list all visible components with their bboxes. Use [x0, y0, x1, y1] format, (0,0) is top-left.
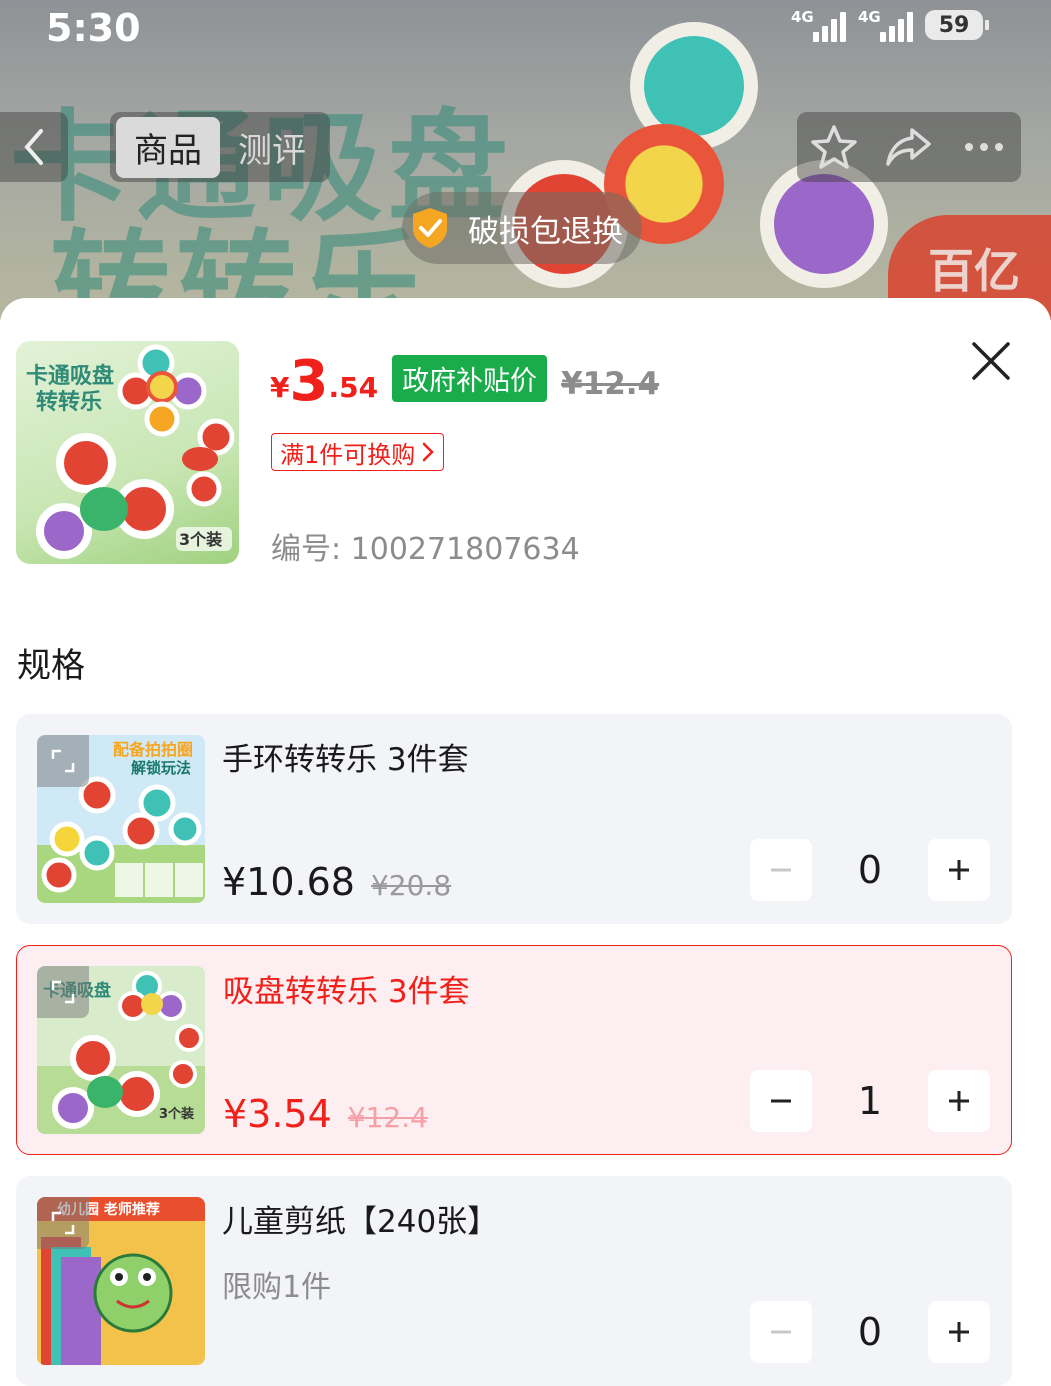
network-label: 4G [791, 8, 814, 26]
option-original-price: ¥12.4 [347, 1101, 428, 1134]
product-image: 卡通吸盘 转转乐 3个装 [26, 344, 235, 559]
spec-option[interactable]: 幼儿园 老师推荐 儿童剪纸【240张】 限购1件 0 [16, 1176, 1012, 1386]
option-name: 手环转转乐 3件套 [222, 742, 469, 778]
subsidy-badge: 政府补贴价 [392, 355, 548, 402]
shield-check-icon [413, 208, 447, 248]
signal-icon-2: 4G [858, 8, 913, 42]
battery-icon: 59 [925, 10, 989, 40]
expand-icon[interactable] [37, 966, 89, 1018]
svg-text:卡通吸盘: 卡通吸盘 [26, 363, 114, 389]
increment-button[interactable] [928, 1070, 990, 1132]
option-current-price: ¥10.68 [222, 860, 355, 904]
option-thumbnail[interactable]: 配备拍拍圈 解锁玩法 [37, 735, 205, 903]
plus-icon [949, 1322, 969, 1342]
top-tabs: 商品 测评 [110, 112, 330, 182]
tab-product[interactable]: 商品 [116, 116, 220, 178]
original-price: ¥12.4 [561, 366, 660, 402]
spec-option-selected[interactable]: 卡通吸盘 3个装 吸盘转转乐 3件套 ¥3.54 ¥12.4 [16, 945, 1012, 1155]
expand-icon[interactable] [37, 1197, 89, 1249]
increment-button[interactable] [928, 1301, 990, 1363]
option-thumbnail[interactable]: 卡通吸盘 3个装 [37, 966, 205, 1134]
svg-text:解锁玩法: 解锁玩法 [131, 759, 191, 777]
option-original-price: ¥20.8 [370, 869, 452, 902]
spec-title: 规格 [17, 646, 85, 686]
banner-corner-text: 百亿 [928, 244, 1020, 298]
price-decimal: .54 [328, 371, 379, 404]
signal-icon: 4G [791, 8, 846, 42]
svg-text:3个装: 3个装 [179, 530, 222, 549]
more-icon[interactable] [959, 122, 1009, 172]
decrement-button[interactable] [750, 839, 812, 901]
sku-number: 编号: 100271807634 [271, 532, 580, 567]
purchase-limit: 限购1件 [222, 1270, 332, 1305]
increment-button[interactable] [928, 839, 990, 901]
option-current-price: ¥3.54 [223, 1092, 332, 1136]
guarantee-pill: 破损包退换 [402, 192, 642, 264]
svg-text:配备拍拍圈: 配备拍拍圈 [113, 740, 193, 759]
status-time: 5:30 [46, 6, 141, 50]
quantity-stepper: 1 [750, 1070, 990, 1132]
tab-review[interactable]: 测评 [220, 117, 324, 178]
spec-option[interactable]: 配备拍拍圈 解锁玩法 手环转转乐 3件套 ¥10.68 ¥20.8 0 [16, 714, 1012, 924]
product-banner: 卡通吸盘 转转乐 百亿 5:30 4G 4G 59 商品 测评 破损包退换 [0, 0, 1051, 320]
decrement-button[interactable] [750, 1301, 812, 1363]
promo-text: 满1件可换购 [280, 440, 416, 469]
quantity-stepper: 0 [750, 839, 990, 901]
svg-text:3个装: 3个装 [159, 1106, 194, 1122]
price-row: ¥ 3 .54 政府补贴价 ¥12.4 [270, 350, 659, 410]
header-actions [797, 112, 1021, 182]
option-thumbnail[interactable]: 幼儿园 老师推荐 [37, 1197, 205, 1365]
price-currency: ¥ [270, 371, 290, 404]
option-price: ¥3.54 ¥12.4 [223, 1092, 428, 1136]
quantity-stepper: 0 [750, 1301, 990, 1363]
chevron-left-icon [24, 129, 43, 165]
guarantee-text: 破损包退换 [468, 213, 623, 250]
status-icons: 4G 4G 59 [791, 8, 989, 42]
current-price: ¥ 3 .54 [270, 354, 378, 410]
plus-icon [949, 860, 969, 880]
plus-icon [949, 1091, 969, 1111]
decrement-button[interactable] [750, 1070, 812, 1132]
svg-text:转转乐: 转转乐 [36, 389, 102, 415]
option-price: ¥10.68 ¥20.8 [222, 860, 451, 904]
option-name: 吸盘转转乐 3件套 [223, 974, 470, 1010]
back-button[interactable] [0, 112, 68, 182]
network-label-2: 4G [858, 8, 881, 26]
minus-icon [771, 1099, 791, 1103]
close-icon[interactable] [968, 338, 1014, 384]
quantity-value: 0 [857, 848, 883, 892]
share-icon[interactable] [884, 122, 934, 172]
minus-icon [771, 868, 791, 872]
quantity-value: 0 [857, 1310, 883, 1354]
quantity-value: 1 [857, 1079, 883, 1123]
price-integer: 3 [289, 349, 329, 414]
promo-link[interactable]: 满1件可换购 [271, 433, 445, 471]
minus-icon [771, 1330, 791, 1334]
star-icon[interactable] [809, 122, 859, 172]
option-name: 儿童剪纸【240张】 [222, 1204, 499, 1240]
chevron-right-icon [423, 442, 435, 462]
sku-sheet: 卡通吸盘 转转乐 3个装 ¥ 3 .54 政府补贴价 ¥12.4 满1件可换购 … [0, 298, 1051, 1386]
product-thumbnail[interactable]: 卡通吸盘 转转乐 3个装 [16, 341, 239, 564]
expand-icon[interactable] [37, 735, 89, 787]
